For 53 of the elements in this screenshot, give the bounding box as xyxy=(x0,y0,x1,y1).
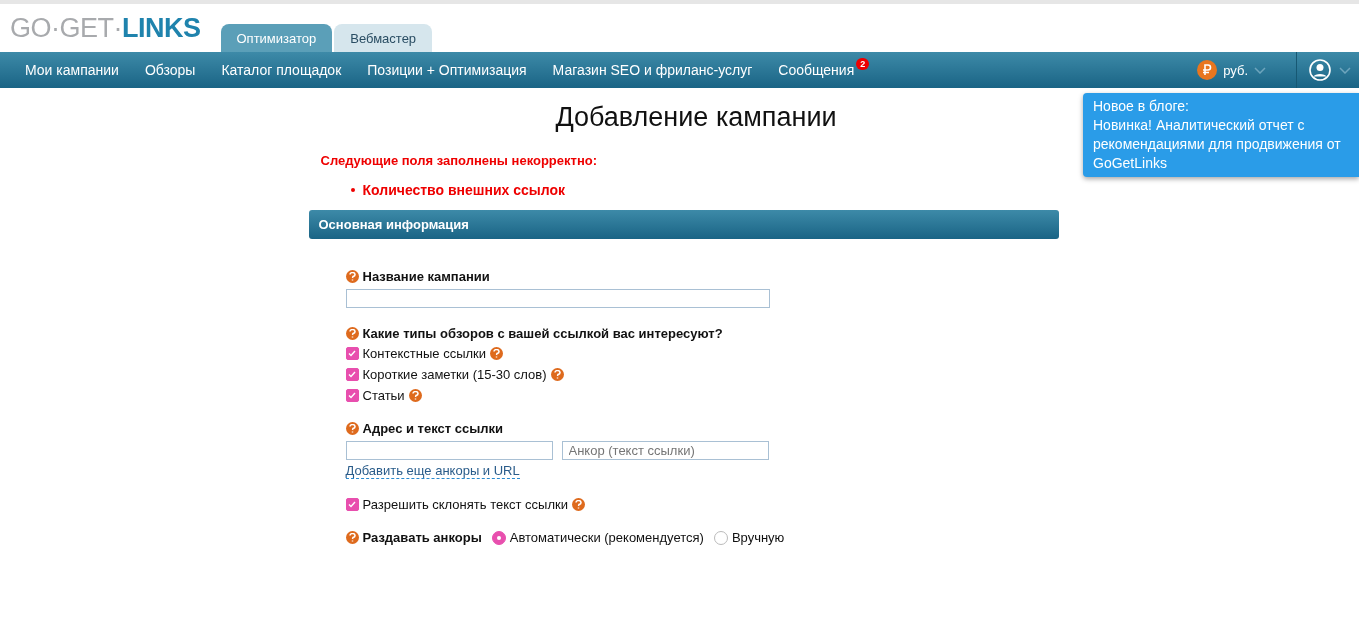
checkbox-label: Контекстные ссылки xyxy=(362,346,487,361)
nav-link[interactable]: Магазин SEO и фриланс-услуг xyxy=(552,62,753,78)
nav-link[interactable]: Позиции + Оптимизация xyxy=(367,62,527,78)
logo[interactable]: GO·GET·LINKS xyxy=(10,12,201,44)
field-label: Какие типы обзоров с вашей ссылкой вас интересуют? xyxy=(362,326,723,341)
help-icon[interactable] xyxy=(345,327,359,340)
chevron-down-icon xyxy=(1339,66,1351,74)
field-label: Раздавать анкоры xyxy=(362,530,482,545)
checkbox[interactable] xyxy=(345,498,359,511)
nav-link[interactable]: Обзоры xyxy=(144,62,196,78)
logo-text: LINKS xyxy=(122,12,201,44)
nav-link[interactable]: Сообщения xyxy=(778,62,855,78)
checkbox[interactable] xyxy=(345,368,359,381)
radio-label: Вручную xyxy=(731,530,785,545)
role-tab[interactable]: Оптимизатор xyxy=(220,24,333,52)
field-label: Название кампании xyxy=(362,269,490,284)
error-heading: Следующие поля заполнены некорректно: xyxy=(320,153,599,168)
section-header: Основная информация xyxy=(308,210,1059,239)
help-icon[interactable] xyxy=(345,422,359,435)
error-item: Количество внешних ссылок xyxy=(362,182,566,198)
checkbox-label: Разрешить склонять текст ссылки xyxy=(362,497,568,512)
add-anchors-link[interactable]: Добавить еще анкоры и URL xyxy=(345,463,520,479)
radio-button[interactable] xyxy=(491,530,506,545)
url-field[interactable] xyxy=(345,441,553,460)
count-badge: 2 xyxy=(856,58,870,70)
role-tab[interactable]: Вебмастер xyxy=(334,24,433,52)
radio-button[interactable] xyxy=(713,530,728,545)
checkbox[interactable] xyxy=(345,347,359,360)
notification-heading: Новое в блоге: xyxy=(1093,97,1190,116)
checkbox[interactable] xyxy=(345,389,359,402)
currency-dropdown[interactable]: руб. xyxy=(1197,52,1297,88)
blog-notification[interactable]: Новое в блоге: Новинка! Аналитический отчет с рекомендациями для продвижения от GoGetLinks xyxy=(1083,93,1359,177)
radio-label: Автоматически (рекомендуется) xyxy=(509,530,704,545)
bullet-icon xyxy=(350,188,355,192)
input-field[interactable] xyxy=(345,289,770,308)
nav-link[interactable]: Каталог площадок xyxy=(221,62,342,78)
checkbox-label: Короткие заметки (15-30 слов) xyxy=(362,367,547,382)
help-icon[interactable] xyxy=(345,531,359,544)
help-icon[interactable] xyxy=(408,389,422,402)
nav-link[interactable]: Мои кампании xyxy=(25,62,119,78)
anchor-field[interactable]: Анкор (текст ссылки) xyxy=(561,441,769,460)
field-label: Адрес и текст ссылки xyxy=(362,421,504,436)
logo-text: GO·GET· xyxy=(10,12,122,44)
user-icon xyxy=(1309,59,1331,81)
ruble-icon xyxy=(1197,60,1218,80)
page-title: Добавление кампании xyxy=(554,102,838,133)
help-icon[interactable] xyxy=(345,270,359,283)
checkbox-label: Статьи xyxy=(362,388,405,403)
notification-text: Новинка! Аналитический отчет с рекомендациями для продвижения от GoGetLinks xyxy=(1093,116,1342,173)
chevron-down-icon xyxy=(1254,66,1266,74)
help-icon[interactable] xyxy=(571,498,585,511)
help-icon[interactable] xyxy=(550,368,564,381)
help-icon[interactable] xyxy=(490,347,504,360)
